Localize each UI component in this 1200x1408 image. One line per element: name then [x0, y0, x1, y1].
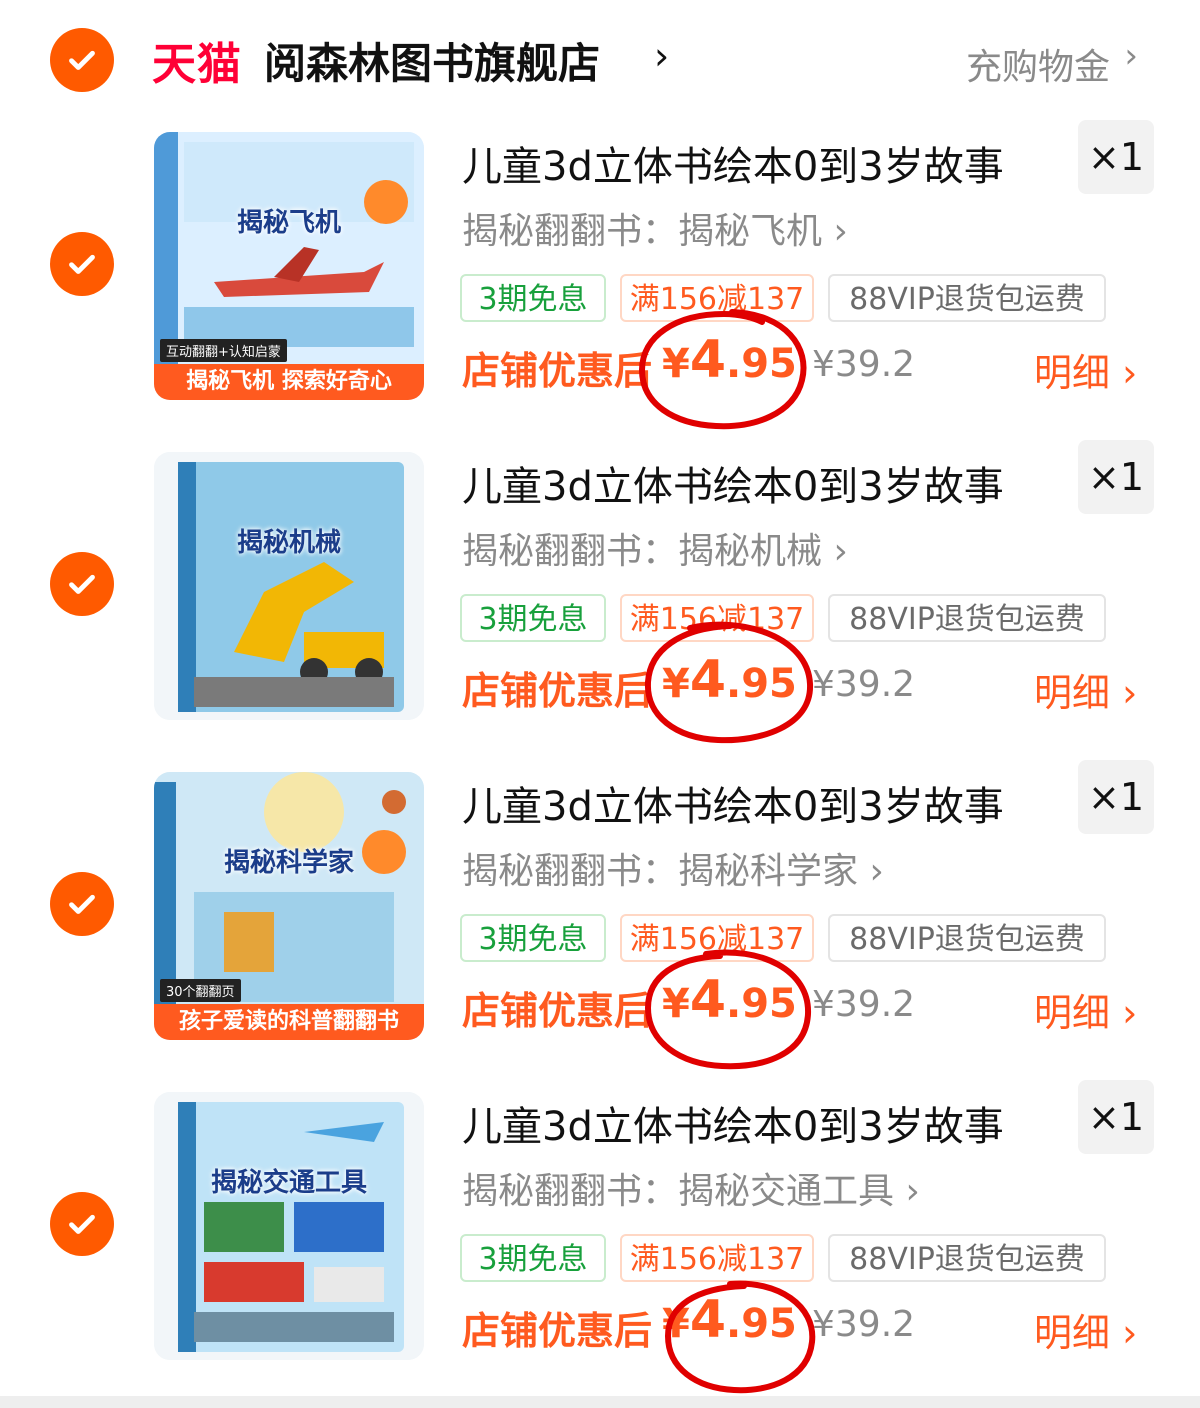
sku-selector[interactable]: 揭秘翻翻书：揭秘机械 ›: [462, 522, 848, 574]
cart-item: 揭秘科学家 30个翻翻页 孩子爱读的科普翻翻书 儿童3d立体书绘本0到3岁故事 …: [0, 760, 1200, 1080]
installment-tag: 3期免息: [460, 274, 606, 322]
chevron-right-icon[interactable]: ›: [654, 34, 669, 78]
book-cover-art: [154, 452, 424, 720]
price-detail-link[interactable]: 明细 ›: [1034, 342, 1137, 397]
discount-tag: 满156减137: [620, 914, 814, 962]
checkmark-icon: [69, 1214, 95, 1234]
price-decimal: .95: [726, 661, 797, 707]
sku-selector[interactable]: 揭秘翻翻书：揭秘交通工具 ›: [462, 1162, 920, 1214]
final-price: ¥4.95: [662, 330, 797, 390]
original-price: ¥39.2: [812, 344, 916, 385]
cover-badge: 30个翻翻页: [160, 979, 241, 1002]
price-decimal: .95: [726, 981, 797, 1027]
discount-tag: 满156减137: [620, 274, 814, 322]
product-title[interactable]: 儿童3d立体书绘本0到3岁故事: [462, 774, 1004, 832]
promo-label: 店铺优惠后: [462, 989, 653, 1033]
quantity-stepper[interactable]: ×1: [1078, 120, 1154, 194]
installment-tag: 3期免息: [460, 1234, 606, 1282]
discount-tag: 满156减137: [620, 594, 814, 642]
topup-coin-link[interactable]: 充购物金: [966, 38, 1110, 90]
book-cover-title: 揭秘交通工具: [210, 1168, 367, 1198]
vip-return-tag: 88VIP退货包运费: [828, 1234, 1106, 1282]
bottom-divider: [0, 1396, 1200, 1408]
currency-symbol: ¥: [662, 981, 690, 1027]
original-price: ¥39.2: [812, 1304, 916, 1345]
checkmark-icon: [69, 254, 95, 274]
sku-selector[interactable]: 揭秘翻翻书：揭秘科学家 ›: [462, 842, 884, 894]
promo-label: 店铺优惠后: [462, 349, 653, 393]
cart-item: 揭秘飞机 互动翻翻+认知启蒙 揭秘飞机 探索好奇心 儿童3d立体书绘本0到3岁故…: [0, 120, 1200, 440]
currency-symbol: ¥: [662, 1301, 690, 1347]
final-price: ¥4.95: [662, 1290, 797, 1350]
price-integer: 4: [689, 1290, 727, 1350]
quantity-stepper[interactable]: ×1: [1078, 760, 1154, 834]
item-select-checkbox[interactable]: [50, 232, 114, 296]
installment-tag: 3期免息: [460, 594, 606, 642]
product-thumbnail[interactable]: 揭秘飞机 互动翻翻+认知启蒙 揭秘飞机 探索好奇心: [154, 132, 424, 400]
price-integer: 4: [689, 650, 727, 710]
vip-return-tag: 88VIP退货包运费: [828, 594, 1106, 642]
store-select-checkbox[interactable]: [50, 28, 114, 92]
checkmark-icon: [69, 574, 95, 594]
discount-tag: 满156减137: [620, 1234, 814, 1282]
quantity-stepper[interactable]: ×1: [1078, 440, 1154, 514]
quantity-stepper[interactable]: ×1: [1078, 1080, 1154, 1154]
product-title[interactable]: 儿童3d立体书绘本0到3岁故事: [462, 134, 1004, 192]
item-select-checkbox[interactable]: [50, 872, 114, 936]
chevron-right-icon[interactable]: ›: [1124, 36, 1138, 76]
original-price: ¥39.2: [812, 664, 916, 705]
cover-banner: 揭秘飞机 探索好奇心: [154, 364, 424, 400]
book-cover-title: 揭秘机械: [236, 528, 341, 558]
item-select-checkbox[interactable]: [50, 552, 114, 616]
final-price: ¥4.95: [662, 650, 797, 710]
product-thumbnail[interactable]: 揭秘交通工具: [154, 1092, 424, 1360]
price-decimal: .95: [726, 1301, 797, 1347]
book-cover-title: 揭秘飞机: [236, 208, 341, 238]
product-thumbnail[interactable]: 揭秘机械: [154, 452, 424, 720]
store-header: 天猫 阅森林图书旗舰店 › 充购物金 ›: [0, 0, 1200, 120]
checkmark-icon: [69, 50, 95, 70]
price-decimal: .95: [726, 341, 797, 387]
currency-symbol: ¥: [662, 661, 690, 707]
cart-item: 揭秘机械 儿童3d立体书绘本0到3岁故事 ×1 揭秘翻翻书：揭秘机械 › 3期免…: [0, 440, 1200, 760]
installment-tag: 3期免息: [460, 914, 606, 962]
price-detail-link[interactable]: 明细 ›: [1034, 1302, 1137, 1357]
currency-symbol: ¥: [662, 341, 690, 387]
product-title[interactable]: 儿童3d立体书绘本0到3岁故事: [462, 454, 1004, 512]
price-detail-link[interactable]: 明细 ›: [1034, 982, 1137, 1037]
cart-item: 揭秘交通工具 儿童3d立体书绘本0到3岁故事 ×1 揭秘翻翻书：揭秘交通工具 ›…: [0, 1080, 1200, 1400]
promo-label: 店铺优惠后: [462, 1309, 653, 1353]
cover-banner: 孩子爱读的科普翻翻书: [154, 1004, 424, 1040]
price-integer: 4: [689, 330, 727, 390]
vip-return-tag: 88VIP退货包运费: [828, 914, 1106, 962]
price-detail-link[interactable]: 明细 ›: [1034, 662, 1137, 717]
book-cover-art: [154, 1092, 424, 1360]
book-cover-title: 揭秘科学家: [223, 848, 354, 878]
item-select-checkbox[interactable]: [50, 1192, 114, 1256]
product-title[interactable]: 儿童3d立体书绘本0到3岁故事: [462, 1094, 1004, 1152]
final-price: ¥4.95: [662, 970, 797, 1030]
price-integer: 4: [689, 970, 727, 1030]
checkmark-icon: [69, 894, 95, 914]
promo-label: 店铺优惠后: [462, 669, 653, 713]
sku-selector[interactable]: 揭秘翻翻书：揭秘飞机 ›: [462, 202, 848, 254]
product-thumbnail[interactable]: 揭秘科学家 30个翻翻页 孩子爱读的科普翻翻书: [154, 772, 424, 1040]
tmall-logo: 天猫: [152, 39, 242, 90]
original-price: ¥39.2: [812, 984, 916, 1025]
vip-return-tag: 88VIP退货包运费: [828, 274, 1106, 322]
store-name-link[interactable]: 阅森林图书旗舰店: [264, 30, 600, 91]
cover-badge: 互动翻翻+认知启蒙: [160, 339, 287, 362]
